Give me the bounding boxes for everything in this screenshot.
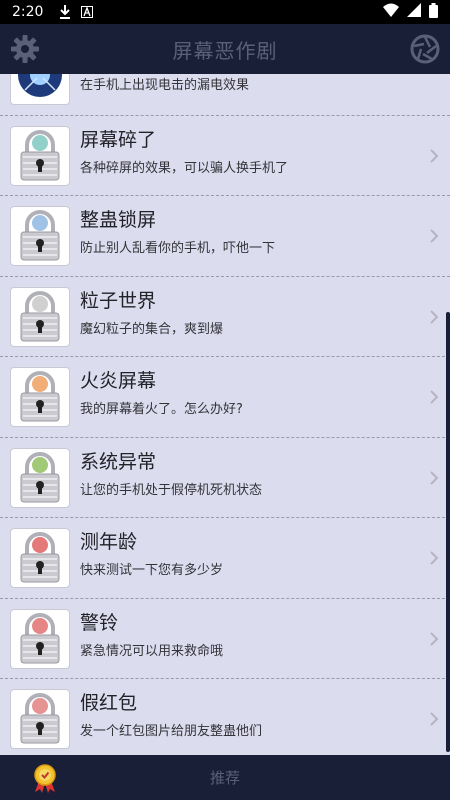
list-item-title: 火炎屏幕 (80, 370, 157, 392)
lock-icon (10, 608, 70, 669)
list-item[interactable]: 火炎屏幕我的屏幕着火了。怎么办好? (0, 357, 450, 438)
lock-icon (10, 286, 70, 347)
list-item[interactable]: 屏幕碎了各种碎屏的效果，可以骗人换手机了 (0, 116, 450, 196)
list-item-desc: 魔幻粒子的集合，爽到爆 (80, 321, 224, 337)
a-box-icon (81, 6, 94, 18)
list-item-desc: 快来测试一下您有多少岁 (80, 563, 224, 578)
list-item-title: 整蛊锁屏 (80, 209, 157, 231)
list-item-desc: 各种碎屏的效果，可以骗人换手机了 (80, 160, 289, 176)
list-item-title: 系统异常 (80, 450, 157, 473)
list-item[interactable]: 系统异常让您的手机处于假停机死机状态 (0, 438, 450, 518)
list-item-title: 屏幕碎了 (80, 128, 157, 151)
page-title: 屏幕恶作剧 (172, 38, 278, 63)
aperture-icon[interactable] (410, 34, 440, 64)
list-item-title: 粒子世界 (80, 289, 157, 312)
list-item-title: 警铃 (80, 611, 119, 634)
electric-shock-icon (10, 74, 70, 105)
list-item-title: 测年龄 (80, 531, 138, 553)
list-item[interactable]: 整蛊锁屏防止别人乱看你的手机，吓他一下 (0, 196, 450, 277)
list-item[interactable]: 警铃紧急情况可以用来救命哦 (0, 599, 450, 679)
lock-icon (10, 367, 70, 427)
chevron-right-icon (428, 226, 440, 246)
list-item-desc: 让您的手机处于假停机死机状态 (80, 482, 263, 498)
list-item-desc: 在手机上出现电击的漏电效果 (80, 78, 250, 93)
status-time: 2:20 (12, 4, 44, 20)
chevron-right-icon (428, 629, 440, 649)
list-item-desc: 我的屏幕着火了。怎么办好? (80, 402, 243, 417)
list-item[interactable]: 假红包发一个红包图片给朋友整蛊他们 (0, 679, 450, 755)
list-item-desc: 紧急情况可以用来救命哦 (80, 643, 224, 659)
list-item[interactable]: 测年龄快来测试一下您有多少岁 (0, 518, 450, 599)
chevron-right-icon (428, 146, 440, 166)
gear-icon[interactable] (10, 34, 40, 64)
lock-icon (10, 125, 70, 186)
chevron-right-icon (428, 709, 440, 729)
tab-recommend[interactable]: 推荐 (210, 767, 240, 788)
list-item-desc: 发一个红包图片给朋友整蛊他们 (80, 724, 263, 739)
lock-icon (10, 689, 70, 749)
status-bar: 2:20 (0, 0, 450, 24)
chevron-right-icon (428, 548, 440, 568)
list-item-title: 假红包 (80, 692, 138, 714)
scrollbar[interactable] (446, 312, 450, 752)
award-badge-icon[interactable] (30, 763, 60, 793)
list-item[interactable]: 粒子世界魔幻粒子的集合，爽到爆 (0, 277, 450, 357)
wifi-icon (383, 3, 399, 21)
signal-icon (407, 3, 421, 21)
prank-list[interactable]: 在手机上出现电击的漏电效果屏幕碎了各种碎屏的效果，可以骗人换手机了整蛊锁屏防止别… (0, 74, 450, 755)
chevron-right-icon (428, 468, 440, 488)
bottom-bar: 推荐 (0, 755, 450, 800)
app-bar: 屏幕恶作剧 (0, 24, 450, 74)
chevron-right-icon (428, 307, 440, 327)
download-icon (59, 5, 71, 19)
chevron-right-icon (428, 387, 440, 407)
lock-icon (10, 447, 70, 508)
battery-icon (429, 2, 438, 22)
lock-icon (10, 206, 70, 266)
list-item-desc: 防止别人乱看你的手机，吓他一下 (80, 241, 276, 256)
list-item[interactable]: 在手机上出现电击的漏电效果 (0, 74, 450, 116)
lock-icon (10, 528, 70, 588)
